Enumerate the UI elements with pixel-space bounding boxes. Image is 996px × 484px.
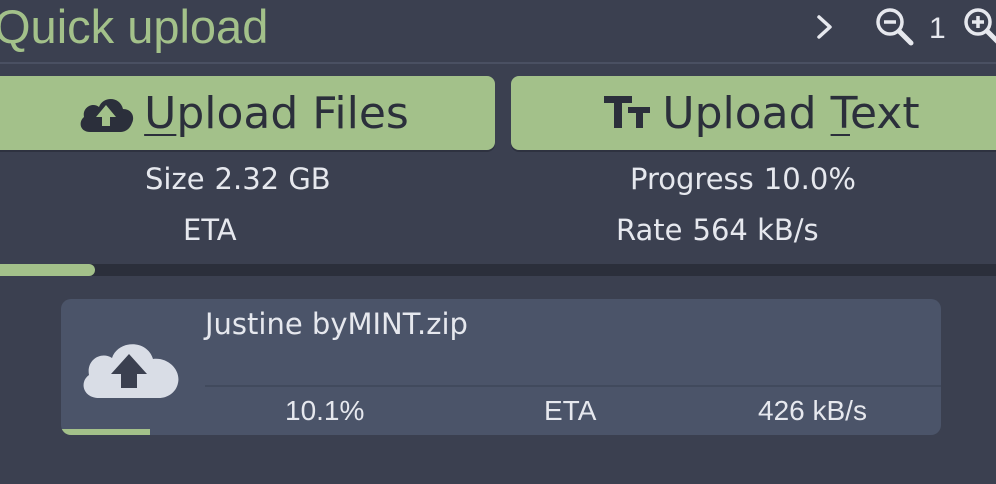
upload-file-card[interactable]: Justine byMINT.zip 10.1% ETA 426 kB/s xyxy=(61,299,941,435)
file-progress-fill xyxy=(61,429,150,435)
chevron-right-icon[interactable] xyxy=(810,12,840,42)
upload-files-button[interactable]: Upload Files xyxy=(0,76,495,150)
eta-stat: ETA xyxy=(183,213,237,247)
file-name: Justine byMINT.zip xyxy=(205,307,468,341)
file-eta: ETA xyxy=(544,395,597,426)
total-progress-fill xyxy=(0,264,95,276)
cloud-upload-icon xyxy=(80,98,134,132)
zoom-out-icon[interactable] xyxy=(874,6,916,48)
rate-stat: Rate 564 kB/s xyxy=(616,213,819,247)
cloud-upload-icon xyxy=(83,344,179,398)
file-percent: 10.1% xyxy=(285,395,365,426)
zoom-level: 1 xyxy=(929,12,946,45)
upload-files-label: Upload Files xyxy=(144,87,409,139)
page-title: Quick upload xyxy=(0,0,269,53)
top-bar: Quick upload 1 xyxy=(0,0,996,64)
upload-text-button[interactable]: Upload Text xyxy=(511,76,996,150)
file-rate: 426 kB/s xyxy=(758,395,867,426)
card-divider xyxy=(205,385,941,387)
upload-text-label: Upload Text xyxy=(662,87,920,139)
zoom-in-icon[interactable] xyxy=(962,6,996,48)
size-stat: Size 2.32 GB xyxy=(145,162,331,196)
progress-stat: Progress 10.0% xyxy=(630,162,856,196)
text-size-icon xyxy=(604,96,651,128)
total-progress-bar xyxy=(0,264,996,276)
